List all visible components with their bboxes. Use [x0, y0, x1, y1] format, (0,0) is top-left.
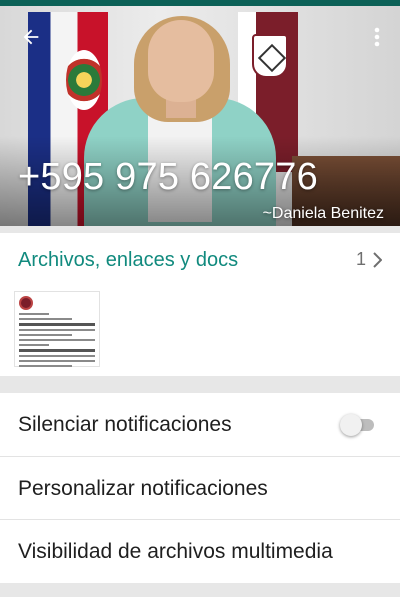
media-visibility-row[interactable]: Visibilidad de archivos multimedia	[0, 519, 400, 582]
custom-notifications-row[interactable]: Personalizar notificaciones	[0, 456, 400, 519]
media-section: Archivos, enlaces y docs 1	[0, 233, 400, 376]
media-count-button[interactable]: 1	[356, 249, 382, 270]
flag-seal-icon	[66, 50, 102, 110]
contact-header: +595 975 626776 ~Daniela Benitez	[0, 6, 400, 226]
arrow-back-icon	[23, 29, 39, 45]
media-count: 1	[355, 249, 366, 269]
crest-icon	[252, 34, 288, 78]
mute-toggle[interactable]	[340, 414, 376, 436]
custom-notifications-label: Personalizar notificaciones	[18, 477, 268, 500]
media-visibility-label: Visibilidad de archivos multimedia	[18, 540, 333, 563]
phone-number: +595 975 626776	[18, 156, 318, 198]
notification-settings: Silenciar notificaciones Personalizar no…	[0, 393, 400, 583]
mute-notifications-label: Silenciar notificaciones	[18, 413, 232, 436]
chevron-right-icon	[373, 251, 382, 268]
more-options-button[interactable]	[362, 20, 392, 54]
mute-notifications-row[interactable]: Silenciar notificaciones	[0, 393, 400, 456]
contact-name: ~Daniela Benitez	[262, 205, 384, 222]
more-vert-icon	[374, 27, 380, 47]
document-logo-icon	[19, 296, 33, 310]
document-thumbnail[interactable]	[14, 291, 100, 367]
back-button[interactable]	[14, 20, 48, 54]
toggle-thumb	[340, 414, 362, 436]
media-section-title[interactable]: Archivos, enlaces y docs	[18, 249, 238, 272]
person-face	[148, 20, 214, 102]
